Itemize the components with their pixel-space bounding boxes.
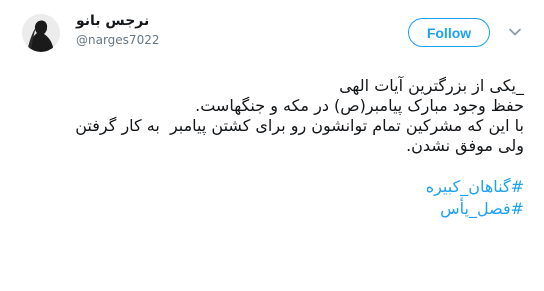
author-handle[interactable]: @narges7022 (76, 33, 159, 47)
avatar[interactable] (22, 14, 60, 52)
avatar-silhouette-icon (22, 14, 60, 52)
tweet-line: حفظ وجود مبارک پیامبر(ص) در مکه و جنگهاس… (195, 96, 524, 115)
chevron-down-icon[interactable] (508, 25, 522, 39)
follow-button[interactable]: Follow (408, 18, 490, 47)
tweet-text: _یکی از بزرگترین آیات الهی حفظ وجود مبار… (22, 76, 524, 220)
tweet-line: _یکی از بزرگترین آیات الهی (339, 76, 524, 95)
author-display-name[interactable]: نرجس بانو (76, 13, 149, 29)
hashtag-link[interactable]: #گناهان_کبیره (22, 176, 524, 198)
tweet-line: با این که مشرکین تمام توانشون رو برای کش… (75, 116, 524, 135)
tweet-line: ولی موفق نشدن. (406, 136, 524, 155)
hashtag-link[interactable]: #فصل_یأس (22, 198, 524, 220)
